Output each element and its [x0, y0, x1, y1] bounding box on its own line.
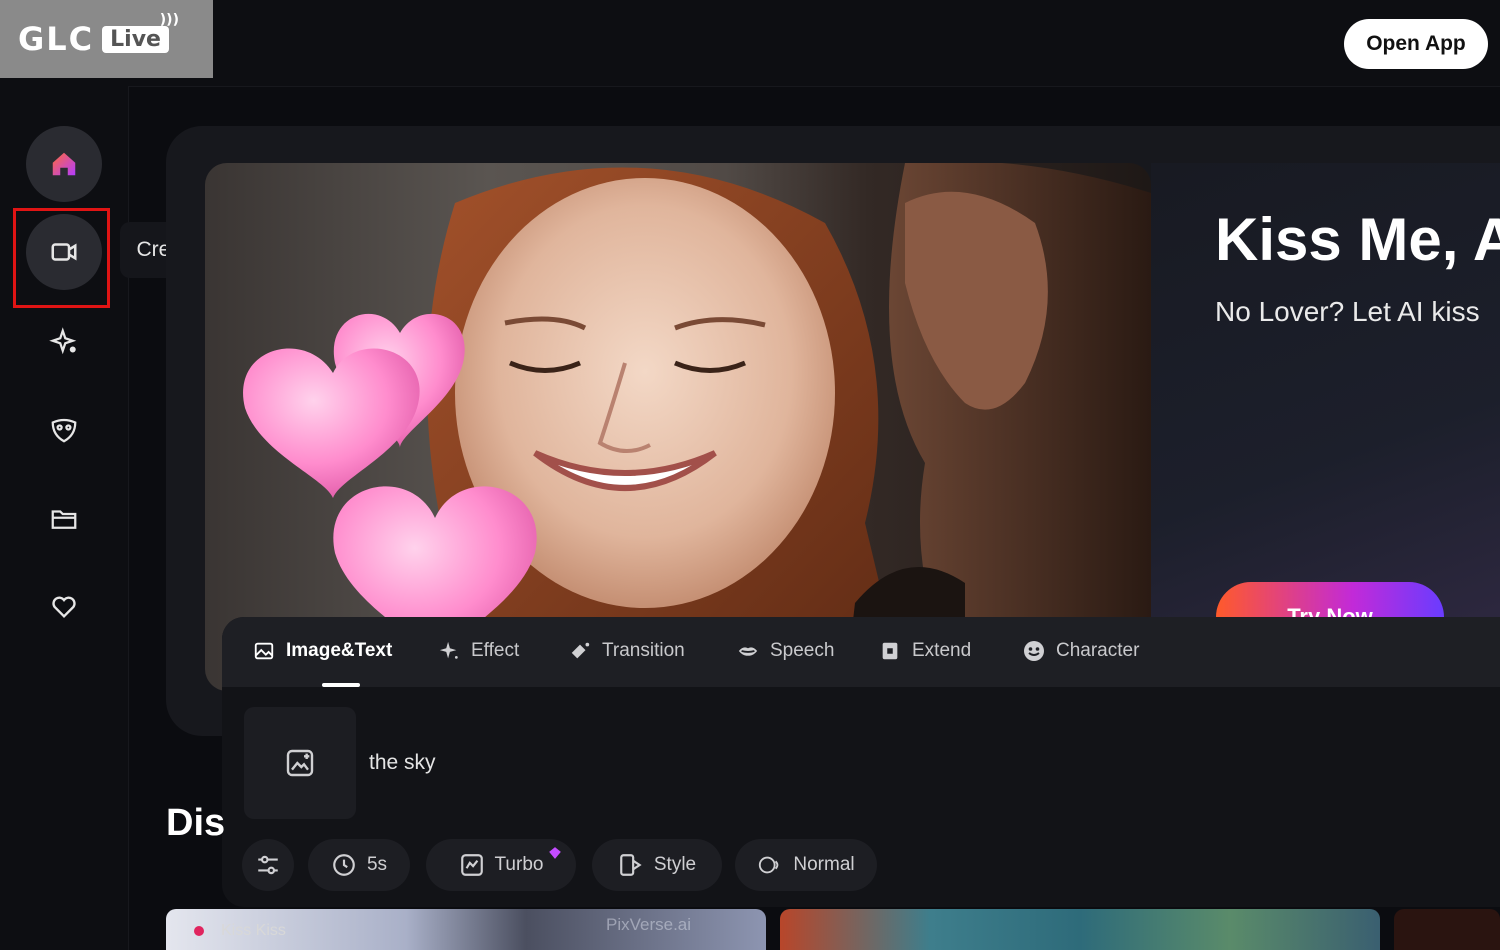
active-tab-indicator [322, 683, 360, 687]
extend-icon [882, 642, 898, 660]
style-icon [620, 854, 642, 876]
home-icon [52, 152, 76, 176]
sliders-icon [258, 855, 278, 875]
video-thumbnails: Kiss Kiss PixVerse.ai [166, 906, 1500, 950]
premium-gem-icon [549, 847, 561, 859]
hero-image [205, 163, 1151, 691]
thumbnail-label: Kiss Kiss [221, 922, 286, 939]
mode-button[interactable]: Normal [735, 839, 877, 891]
heart-icon [52, 596, 76, 618]
selection-highlight [13, 208, 110, 308]
image-upload-icon [286, 749, 314, 777]
sidebar-item-favorites[interactable] [44, 587, 84, 627]
settings-button[interactable] [242, 839, 294, 891]
create-panel: Image&Text Effect Transition Speech Exte… [222, 617, 1500, 907]
sidebar-item-effects[interactable] [44, 322, 84, 362]
sidebar-item-character[interactable] [44, 410, 84, 450]
discover-heading: Dis [166, 802, 226, 844]
thumbnail-watermark: PixVerse.ai [606, 915, 692, 934]
tab-speech[interactable]: Speech [736, 639, 834, 663]
signal-icon: ))) [159, 11, 179, 28]
diamond-icon [571, 642, 590, 659]
hero-illustration [243, 163, 1151, 691]
sparkle-icon [439, 641, 458, 659]
toggle-icon [759, 856, 779, 874]
hero-subtitle: No Lover? Let AI kiss [1215, 296, 1480, 327]
tab-extend[interactable]: Extend [878, 639, 971, 663]
top-bar: GLC Live))) Open App [0, 0, 1500, 87]
hero-title: Kiss Me, A [1215, 206, 1500, 273]
sparkle-icon [49, 327, 77, 355]
create-tabs: Image&Text Effect Transition Speech Exte… [222, 617, 1500, 687]
turbo-icon [460, 854, 483, 876]
open-app-button[interactable]: Open App [1344, 19, 1488, 69]
sidebar-item-assets[interactable] [44, 499, 84, 539]
clock-icon [333, 854, 355, 876]
mask-icon [51, 418, 77, 443]
image-icon [254, 642, 274, 660]
thumbnail-dot [194, 926, 204, 936]
folder-icon [51, 510, 77, 529]
tab-character[interactable]: Character [1022, 639, 1139, 663]
tab-effect[interactable]: Effect [437, 639, 519, 663]
thumbnail-card[interactable] [780, 909, 1380, 950]
tab-image-text[interactable]: Image&Text [252, 639, 392, 663]
thumbnail-card[interactable]: Kiss Kiss PixVerse.ai [166, 909, 766, 950]
lips-icon [738, 647, 758, 656]
style-button[interactable]: Style [592, 839, 722, 891]
sidebar-item-home[interactable] [26, 126, 102, 202]
logo-text: GLC [18, 20, 95, 58]
character-icon [1024, 641, 1044, 661]
thumbnail-card[interactable] [1394, 909, 1500, 950]
duration-button[interactable]: 5s [308, 839, 410, 891]
image-upload-button[interactable] [244, 707, 356, 819]
logo: GLC Live))) [0, 0, 213, 78]
prompt-input[interactable]: the sky [369, 751, 436, 775]
logo-live-badge: Live))) [102, 12, 179, 53]
tab-transition[interactable]: Transition [568, 639, 685, 663]
turbo-button[interactable]: Turbo [426, 839, 576, 891]
